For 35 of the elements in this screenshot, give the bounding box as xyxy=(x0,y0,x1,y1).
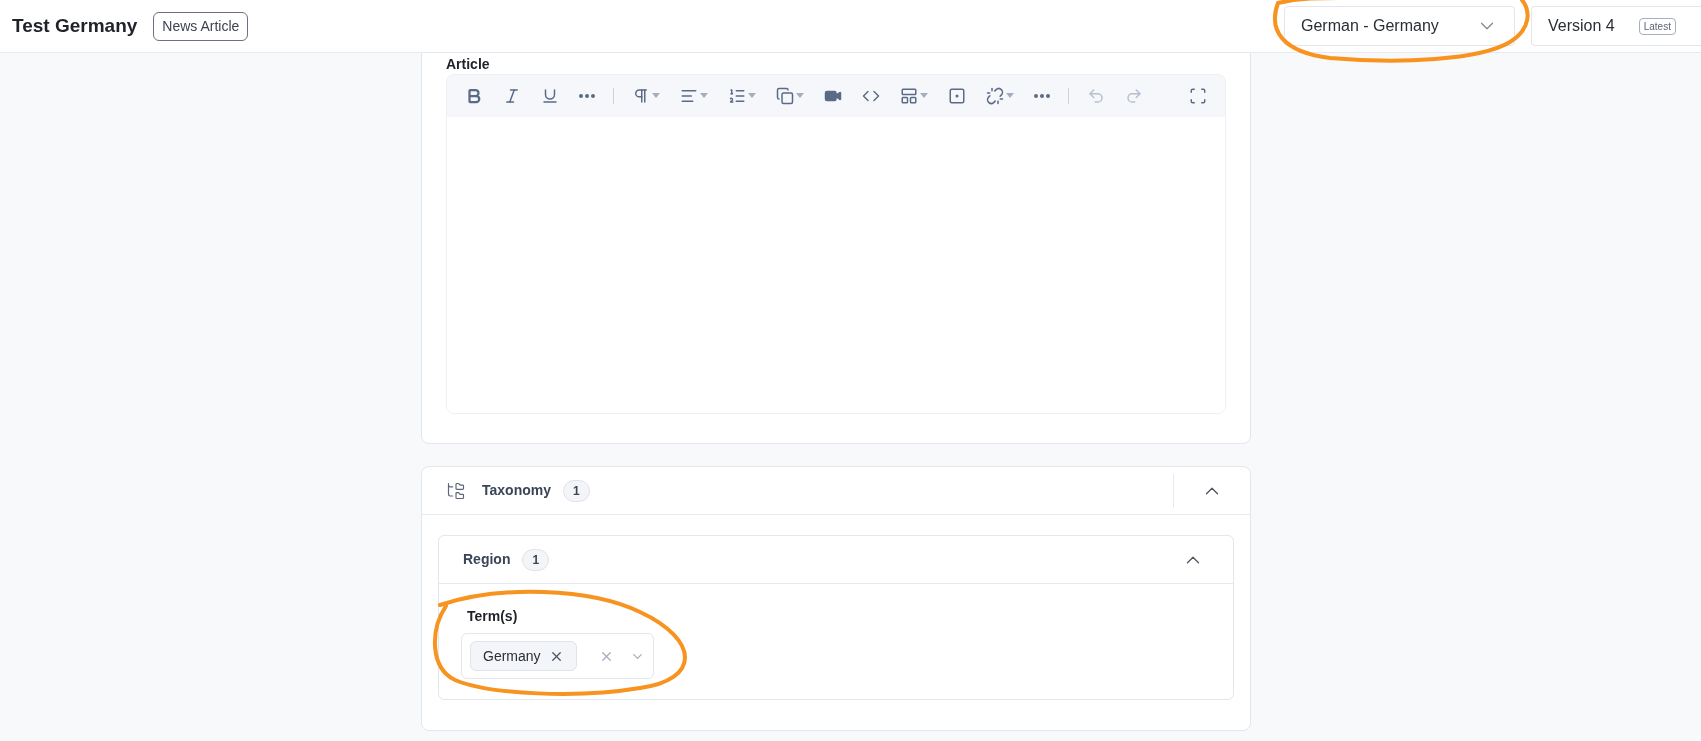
bold-icon xyxy=(465,87,483,105)
caret-icon xyxy=(700,93,708,99)
latest-badge: Latest xyxy=(1638,17,1676,35)
fullscreen-icon xyxy=(1189,87,1207,105)
align-icon xyxy=(680,87,698,105)
embed-icon xyxy=(948,87,966,105)
section-title: Taxonomy xyxy=(482,481,551,500)
language-select[interactable]: German - Germany xyxy=(1284,6,1515,46)
taxonomy-icon xyxy=(446,480,466,501)
undo-icon xyxy=(1087,87,1105,105)
italic-icon xyxy=(503,87,521,105)
list-icon xyxy=(728,87,746,105)
count-badge: 1 xyxy=(563,479,590,502)
terms-select[interactable]: Germany xyxy=(461,633,654,679)
more-icon xyxy=(579,94,595,98)
term-label: Germany xyxy=(483,646,541,666)
field-label: Article xyxy=(446,57,490,71)
table-icon xyxy=(900,87,918,105)
redo-icon xyxy=(1125,87,1143,105)
section-title: Region xyxy=(463,550,511,569)
caret-icon xyxy=(748,93,756,99)
caret-icon xyxy=(920,93,928,99)
copy-icon xyxy=(776,87,794,105)
paragraph-icon xyxy=(632,87,650,105)
caret-icon xyxy=(1006,93,1014,99)
count-badge: 1 xyxy=(522,548,550,571)
content-type-tag: News Article xyxy=(153,11,249,41)
version-label: Version 4 xyxy=(1548,16,1615,36)
field-label: Term(s) xyxy=(467,607,519,626)
unlink-icon xyxy=(986,87,1004,105)
caret-icon xyxy=(652,93,660,99)
more-icon xyxy=(1034,94,1050,98)
underline-icon xyxy=(541,87,559,105)
page-title: Test Germany xyxy=(12,13,138,38)
caret-icon xyxy=(796,93,804,99)
